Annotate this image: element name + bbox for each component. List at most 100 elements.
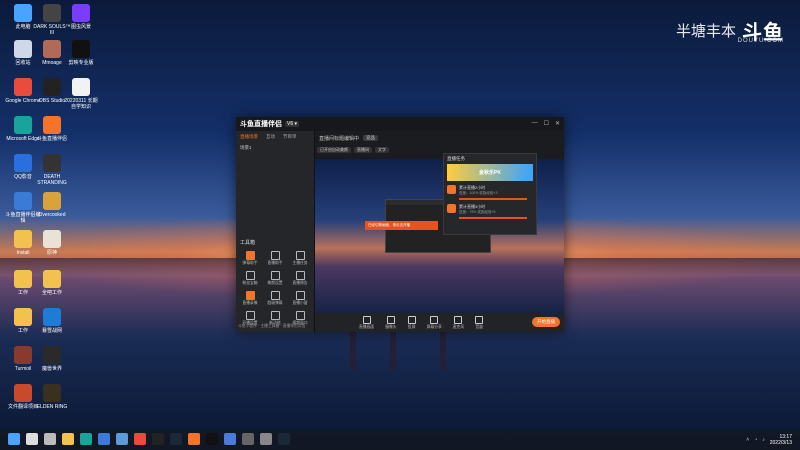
control-share[interactable]: 屏幕分享 (427, 315, 442, 330)
clock[interactable]: 13:17 2022/3/13 (770, 434, 792, 446)
desktop-icon[interactable]: 20220311 长期自学知识 (62, 78, 100, 110)
task-icon (447, 204, 456, 213)
douyu-companion-icon (43, 116, 61, 134)
chrome-icon[interactable] (134, 433, 146, 445)
tool-label: 超级弹幕 (267, 301, 283, 305)
task-progress (459, 198, 527, 200)
close-icon[interactable]: ✕ (555, 120, 560, 127)
search-icon[interactable] (26, 433, 38, 445)
tool-label: 直播预告 (292, 281, 308, 285)
desktop-icon[interactable]: 剪映专业版 (62, 40, 100, 66)
app-icon[interactable] (242, 433, 254, 445)
desktop-icon[interactable]: 斗鱼直播伴侣 (33, 116, 71, 142)
tool-item[interactable]: 主播任务 (290, 251, 310, 266)
douyu-icon[interactable] (188, 433, 200, 445)
recycle-bin-icon (14, 40, 32, 58)
network-icon[interactable]: ◔ (754, 437, 757, 443)
desktop-icon[interactable]: Overcooked (33, 192, 71, 218)
tool-item[interactable]: 直播预告 (290, 271, 310, 286)
steam-icon[interactable] (170, 433, 182, 445)
desktop-icon[interactable]: 全吧工作 (33, 270, 71, 296)
tab-program[interactable]: 节目单 (283, 134, 297, 140)
store-icon[interactable] (98, 433, 110, 445)
tool-icon (270, 311, 280, 320)
file-explorer-icon[interactable] (62, 433, 74, 445)
taskview-icon[interactable] (44, 433, 56, 445)
desktop-icon-label: 魔兽世界 (41, 366, 62, 372)
control-camera[interactable]: 摄像头 (385, 315, 397, 330)
desktop-icon[interactable]: ELDEN RING (33, 384, 71, 410)
control-cast[interactable]: 投屏 (407, 315, 416, 330)
tool-item[interactable]: 直播助手 (265, 251, 285, 266)
tool-icon (245, 271, 255, 280)
control-label: 直播画面 (359, 324, 375, 329)
chevron-up-icon[interactable]: ˄ (746, 437, 749, 443)
elden-ring-icon (43, 384, 61, 402)
battlenet-icon (43, 308, 61, 326)
photos-icon[interactable] (224, 433, 236, 445)
tool-icon (270, 251, 280, 260)
task-icon (447, 185, 456, 194)
category-pill[interactable]: 竞品 (363, 135, 379, 141)
maximize-icon[interactable]: ☐ (544, 120, 549, 127)
tool-item[interactable]: 粉丝宝箱 (240, 271, 260, 286)
watermark-text: 半塘丰本 (675, 23, 736, 40)
qq-player-icon (14, 154, 32, 172)
title-bar[interactable]: 斗鱼直播伴侣 V6 ▾ — ☐ ✕ (236, 117, 564, 131)
control-screen[interactable]: 直播画面 (359, 315, 375, 330)
version-dropdown[interactable]: V6 ▾ (285, 121, 300, 127)
capcut-icon[interactable] (206, 433, 218, 445)
tool-item[interactable]: 直播录像 (240, 291, 260, 306)
desktop-icon[interactable]: 图虫风景 (62, 4, 100, 30)
volume-icon[interactable]: ♪ (762, 437, 765, 443)
desktop-icon[interactable]: DEATH STRANDING (33, 154, 71, 186)
list-item[interactable]: 累计直播3小时 进度：75% 奖励经验+5 (447, 204, 533, 219)
task-progress (459, 217, 527, 219)
text-badge[interactable]: 文字 (375, 147, 389, 153)
clock-date: 2022/3/13 (769, 440, 792, 446)
windows-start-icon[interactable] (8, 433, 20, 445)
desktop-icon[interactable]: 魔兽世界 (33, 346, 71, 372)
room-badge[interactable]: 直播间 (354, 147, 372, 153)
tool-label: 弹幕助手 (242, 261, 258, 265)
tool-item[interactable]: 直播小窗 (290, 291, 310, 306)
beauty-badge[interactable]: 已开启自动美颜 (317, 147, 351, 153)
tab-scene[interactable]: 直播场景 (240, 134, 258, 140)
scene-selector[interactable]: 场景1 (236, 143, 314, 153)
obs-icon[interactable] (152, 433, 164, 445)
desktop-icon-label: DEATH STRANDING (37, 174, 67, 186)
left-footer[interactable]: 斗鱼小程序 · 主播工具箱 · 直播伴侣公告 (238, 324, 306, 329)
app-icon (72, 4, 90, 22)
list-item[interactable]: 累计直播2小时 进度：100% 奖励经验+3 (447, 185, 533, 200)
desktop-icon-label: Overcooked (38, 212, 66, 218)
capcut-icon (72, 40, 90, 58)
steam-icon[interactable] (278, 433, 290, 445)
go-live-button[interactable]: 开始直播 (532, 317, 560, 327)
folder-icon (43, 270, 61, 288)
app-brand: 斗鱼直播伴侣 (240, 121, 282, 128)
tool-item[interactable]: 美颜设置 (265, 271, 285, 286)
stream-title[interactable]: 直播间标题编辑中 (319, 135, 359, 142)
control-mic[interactable]: 麦克风 (453, 315, 464, 330)
tools-title: 工具箱 (240, 240, 256, 246)
task-popup[interactable]: 直播任务 金秋乐PK 累计直播2小时 进度：100% 奖励经验+3 累计直播3小… (443, 153, 537, 235)
desktop-icon[interactable]: 原神 (33, 230, 71, 256)
desktop-icon[interactable]: 暴雪战网 (33, 308, 71, 334)
tool-item[interactable]: 弹幕助手 (240, 251, 260, 266)
desktop-icon-label: 20220311 长期自学知识 (64, 98, 98, 110)
popup-title: 直播任务 (447, 156, 465, 161)
control-label: 摄像头 (385, 324, 397, 329)
app-icon[interactable] (260, 433, 272, 445)
edge-icon[interactable] (80, 433, 92, 445)
minimize-icon[interactable]: — (532, 120, 538, 127)
tool-label: 直播小窗 (292, 301, 308, 305)
folder-icon (14, 230, 32, 248)
control-volume[interactable]: 音量 (475, 315, 484, 330)
pk-banner[interactable]: 金秋乐PK (447, 164, 533, 181)
monitor-icon (14, 4, 32, 22)
mail-icon[interactable] (116, 433, 128, 445)
tool-icon (295, 291, 305, 300)
tab-interact[interactable]: 互动 (266, 134, 275, 140)
tool-item[interactable]: 超级弹幕 (265, 291, 285, 306)
death-stranding-icon (43, 154, 61, 172)
